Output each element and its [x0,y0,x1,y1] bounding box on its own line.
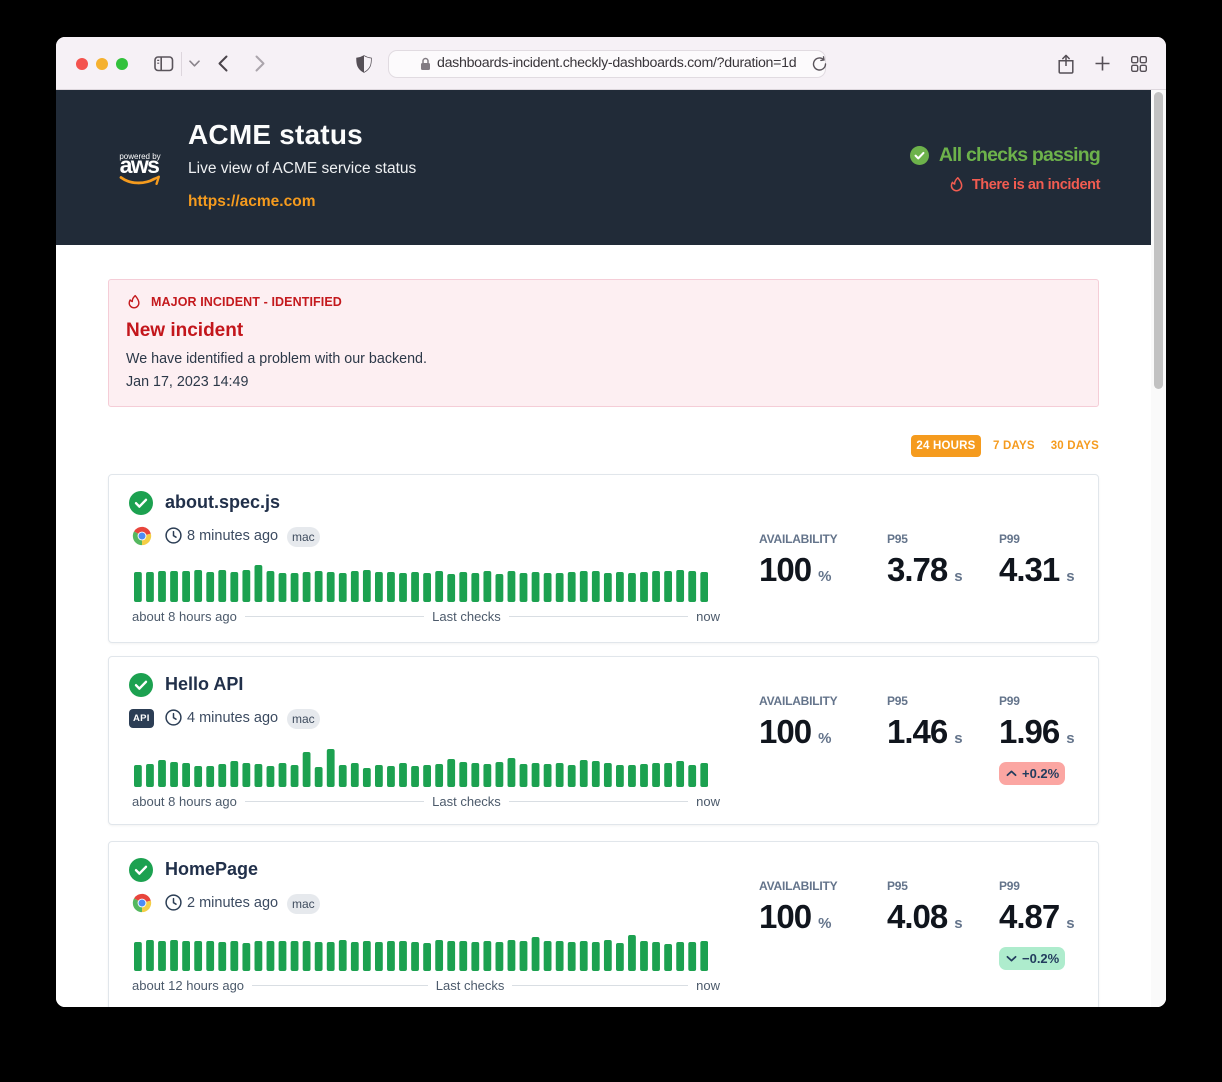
svg-text:aws: aws [120,152,159,178]
